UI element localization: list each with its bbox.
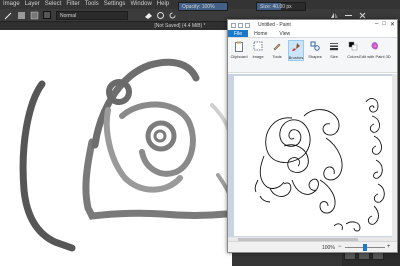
paint-window: Untitled - Paint – □ ✕ File Home View Cl… [227,19,398,253]
pattern-icon[interactable] [29,11,39,20]
color-swatch[interactable] [42,11,52,20]
alpha-lock-icon[interactable] [155,11,165,20]
menu-settings[interactable]: Settings [104,0,126,9]
ribbon-image[interactable]: Image [250,40,266,59]
paint-window-title: Untitled - Paint [258,22,291,28]
brush-preset-icon[interactable] [3,11,13,20]
zoom-in-button[interactable]: + [387,244,391,250]
menu-help[interactable]: Help [157,0,169,9]
paint-titlebar: Untitled - Paint – □ ✕ [228,20,397,30]
reload-preset-icon[interactable] [167,11,177,20]
opacity-label: Opacity: 100% [182,4,215,10]
gradient-icon[interactable] [16,11,26,20]
zoom-slider-knob[interactable] [363,244,367,251]
ribbon-brushes-label: Brushes [288,55,304,60]
ribbon-paint3d-label: Edit with Paint 3D [359,54,391,59]
zoom-out-button[interactable]: − [338,244,342,250]
ribbon-shapes[interactable]: Shapes [307,40,323,59]
zoom-level: 100% [322,245,335,251]
ribbon-size-label: Size [330,54,338,59]
size-slider[interactable]: Size: 40.00 px [256,2,306,11]
tab-home[interactable]: Home [248,30,273,37]
minimize-icon[interactable]: – [375,21,378,28]
save-icon[interactable] [231,22,236,28]
paint-ribbon-tabs: File Home View [228,30,397,38]
ribbon-clipboard[interactable]: Clipboard [230,40,248,59]
ribbon-clipboard-label: Clipboard [230,54,248,59]
window-controls: – □ ✕ [375,21,395,28]
size-label: Size: 40.00 px [260,4,292,10]
ribbon-image-label: Image [252,54,264,59]
blend-mode-select[interactable]: Normal [56,10,128,20]
tab-file[interactable]: File [228,30,249,37]
paint3d-icon [369,40,381,52]
paint-ribbon: Clipboard Image Tools Brushes Shapes Siz… [228,38,397,73]
ribbon-brushes[interactable]: Brushes [288,40,304,61]
pencil-icon [271,40,283,52]
paint-strokes [254,98,385,232]
menu-image[interactable]: Image [3,0,20,9]
paint-vertical-scrollbar[interactable] [392,74,397,237]
ribbon-size[interactable]: Size [326,40,342,59]
clipboard-icon [233,40,245,52]
tab-view[interactable]: View [273,30,296,37]
image-icon [252,40,264,52]
paint-statusbar: 100% − + [228,241,397,252]
maximize-icon[interactable]: □ [382,21,386,28]
ribbon-tools-label: Tools [272,54,282,59]
menu-window[interactable]: Window [130,0,151,9]
foreground-color-swatch[interactable] [43,11,51,19]
krita-strokes [19,58,234,252]
opacity-slider[interactable]: Opacity: 100% [178,2,228,11]
redo-icon[interactable] [245,22,250,28]
paint-canvas-area [228,74,397,242]
ribbon-tools[interactable]: Tools [269,40,285,59]
menu-layer[interactable]: Layer [25,0,40,9]
ribbon-colors-label: Colors [347,54,359,59]
paint-canvas[interactable] [234,76,392,236]
colors-icon [347,40,359,52]
brush-icon [290,41,302,53]
menu-filter[interactable]: Filter [66,0,79,9]
ribbon-paint3d[interactable]: Edit with Paint 3D [359,40,391,59]
quick-access-toolbar [231,22,250,28]
size-icon [328,40,340,52]
eraser-icon[interactable] [143,11,153,20]
menu-tools[interactable]: Tools [85,0,99,9]
undo-icon[interactable] [238,22,243,28]
krita-canvas[interactable] [0,30,234,266]
desktop: Image Layer Select Filter Tools Settings… [0,0,400,266]
ribbon-shapes-label: Shapes [308,54,322,59]
menu-select[interactable]: Select [45,0,62,9]
shapes-icon [309,40,321,52]
close-icon[interactable]: ✕ [390,21,395,28]
